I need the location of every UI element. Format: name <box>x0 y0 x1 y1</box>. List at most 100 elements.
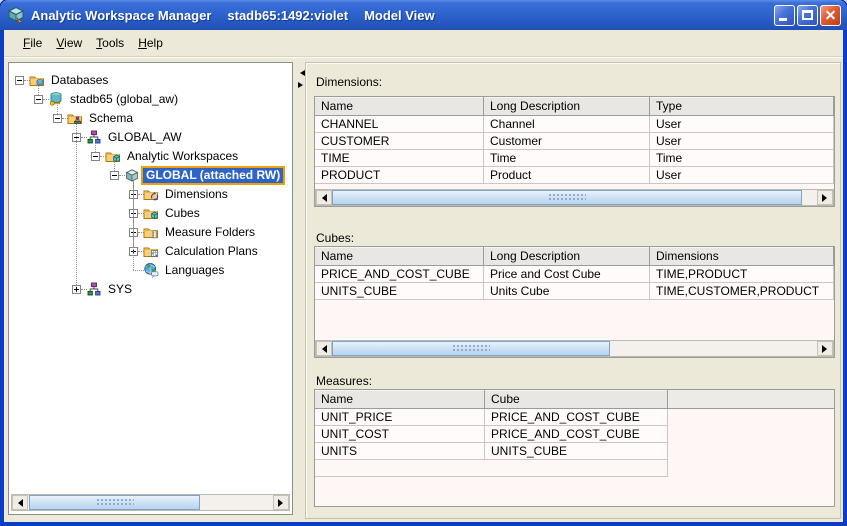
maximize-button[interactable] <box>797 5 818 26</box>
tree-item-label[interactable]: SYS <box>105 281 135 298</box>
table-cell[interactable]: PRICE_AND_COST_CUBE <box>315 266 484 283</box>
column-header[interactable]: Dimensions <box>650 247 834 266</box>
scroll-right-button[interactable] <box>817 341 833 356</box>
tree-row-schema[interactable]: Schema <box>9 109 292 128</box>
menu-item-view[interactable]: View <box>49 30 89 56</box>
scrollbar-thumb[interactable] <box>332 190 802 205</box>
scrollbar-thumb[interactable] <box>29 495 200 510</box>
table-cell[interactable]: User <box>650 133 834 150</box>
column-header[interactable]: Long Description <box>484 247 650 266</box>
tree-item-label[interactable]: Measure Folders <box>162 224 258 241</box>
table-row[interactable]: UNIT_PRICEPRICE_AND_COST_CUBE <box>315 409 834 426</box>
titlebar[interactable]: Analytic Workspace Manager stadb65:1492:… <box>0 0 847 30</box>
table-cell[interactable]: PRODUCT <box>315 167 484 184</box>
scroll-left-button[interactable] <box>316 341 332 356</box>
tree-item-label[interactable]: Cubes <box>162 205 203 222</box>
table-cell[interactable]: CHANNEL <box>315 116 484 133</box>
column-header[interactable]: Cube <box>485 390 668 409</box>
scroll-left-button[interactable] <box>316 190 332 205</box>
table-cell[interactable]: User <box>650 116 834 133</box>
table-cell[interactable]: Customer <box>484 133 650 150</box>
table-cell[interactable]: UNITS <box>315 443 485 460</box>
table-cell[interactable]: CUSTOMER <box>315 133 484 150</box>
table-cell[interactable]: Product <box>484 167 650 184</box>
tree-row-global-aw[interactable]: GLOBAL_AW <box>9 128 292 147</box>
collapse-minus-box[interactable] <box>110 171 119 180</box>
table-row[interactable]: CUSTOMERCustomerUser <box>315 133 834 150</box>
tree-row-calculation-plans[interactable]: Calculation Plans <box>9 242 292 261</box>
minimize-button[interactable] <box>774 5 795 26</box>
scroll-right-button[interactable] <box>817 190 833 205</box>
tree-row-global-attached-rw[interactable]: GLOBAL (attached RW) <box>9 166 292 185</box>
table-cell[interactable]: UNITS_CUBE <box>485 443 668 460</box>
scrollbar-thumb[interactable] <box>332 341 610 356</box>
column-header[interactable]: Long Description <box>484 97 650 116</box>
scrollbar-track[interactable] <box>332 190 817 205</box>
tree-item-label[interactable]: GLOBAL (attached RW) <box>141 166 285 185</box>
tree-row-stadb65-global-aw[interactable]: stadb65 (global_aw) <box>9 90 292 109</box>
tree-row-databases[interactable]: Databases <box>9 71 292 90</box>
table-cell[interactable]: Units Cube <box>484 283 650 300</box>
table-row[interactable]: UNIT_COSTPRICE_AND_COST_CUBE <box>315 426 834 443</box>
table-row[interactable]: UNITS_CUBEUnits CubeTIME,CUSTOMER,PRODUC… <box>315 283 834 300</box>
tree-row-analytic-workspaces[interactable]: Analytic Workspaces <box>9 147 292 166</box>
scrollbar-track[interactable] <box>28 495 273 510</box>
table-row[interactable]: CHANNELChannelUser <box>315 116 834 133</box>
menu-item-help[interactable]: Help <box>131 30 170 56</box>
table-cell[interactable]: Price and Cost Cube <box>484 266 650 283</box>
tree-item-label[interactable]: Dimensions <box>162 186 231 203</box>
column-header[interactable]: Name <box>315 97 484 116</box>
thumb-grip-icon <box>548 193 586 202</box>
table-cell[interactable]: Channel <box>484 116 650 133</box>
tree-row-languages[interactable]: Languages <box>9 261 292 280</box>
table-cell[interactable]: UNITS_CUBE <box>315 283 484 300</box>
table-row[interactable]: UNITSUNITS_CUBE <box>315 443 834 460</box>
table-cell[interactable]: Time <box>650 150 834 167</box>
tree-row-dimensions[interactable]: Dimensions <box>9 185 292 204</box>
collapse-minus-box[interactable] <box>53 114 62 123</box>
collapse-minus-box[interactable] <box>91 152 100 161</box>
tree-item-label[interactable]: stadb65 (global_aw) <box>67 91 181 108</box>
tree-item-label[interactable]: Analytic Workspaces <box>124 148 241 165</box>
tree-item-label[interactable]: Databases <box>48 72 111 89</box>
empty-table-row <box>315 460 834 477</box>
table-cell[interactable]: PRICE_AND_COST_CUBE <box>485 426 668 443</box>
table-cell[interactable]: Time <box>484 150 650 167</box>
tree-item-label[interactable]: GLOBAL_AW <box>105 129 185 146</box>
table-row[interactable]: PRICE_AND_COST_CUBEPrice and Cost CubeTI… <box>315 266 834 283</box>
table-cell[interactable]: TIME,CUSTOMER,PRODUCT <box>650 283 834 300</box>
column-header[interactable]: Name <box>315 247 484 266</box>
expand-plus-box[interactable] <box>72 285 81 294</box>
column-header[interactable]: Type <box>650 97 834 116</box>
cube-icon <box>124 167 140 183</box>
table-cell[interactable]: UNIT_PRICE <box>315 409 485 426</box>
tree-item-label[interactable]: Languages <box>162 262 227 279</box>
column-header[interactable]: Name <box>315 390 485 409</box>
tree-horizontal-scrollbar[interactable] <box>11 494 290 511</box>
collapse-minus-box[interactable] <box>34 95 43 104</box>
scroll-right-button[interactable] <box>273 495 289 510</box>
table-row[interactable]: PRODUCTProductUser <box>315 167 834 184</box>
table-cell[interactable]: User <box>650 167 834 184</box>
menu-item-file[interactable]: File <box>16 30 49 56</box>
tree-item-label[interactable]: Schema <box>86 110 136 127</box>
scrollbar-track[interactable] <box>332 341 817 356</box>
close-button[interactable] <box>820 5 841 26</box>
splitter-collapse-left-icon[interactable] <box>297 70 305 76</box>
table-cell[interactable]: PRICE_AND_COST_CUBE <box>485 409 668 426</box>
scroll-left-button[interactable] <box>12 495 28 510</box>
tree-row-sys[interactable]: SYS <box>9 280 292 299</box>
table-row[interactable]: TIMETimeTime <box>315 150 834 167</box>
tree-row-cubes[interactable]: Cubes <box>9 204 292 223</box>
table-cell[interactable]: TIME,PRODUCT <box>650 266 834 283</box>
table-cell[interactable]: TIME <box>315 150 484 167</box>
cubes-horizontal-scrollbar[interactable] <box>315 340 834 357</box>
collapse-minus-box[interactable] <box>15 76 24 85</box>
tree-item-label[interactable]: Calculation Plans <box>162 243 261 260</box>
menu-item-tools[interactable]: Tools <box>89 30 131 56</box>
dimensions-horizontal-scrollbar[interactable] <box>315 189 834 206</box>
tree-row-measure-folders[interactable]: Measure Folders <box>9 223 292 242</box>
table-cell[interactable]: UNIT_COST <box>315 426 485 443</box>
panel-splitter[interactable] <box>295 62 305 515</box>
window-title-view: Model View <box>364 8 435 23</box>
